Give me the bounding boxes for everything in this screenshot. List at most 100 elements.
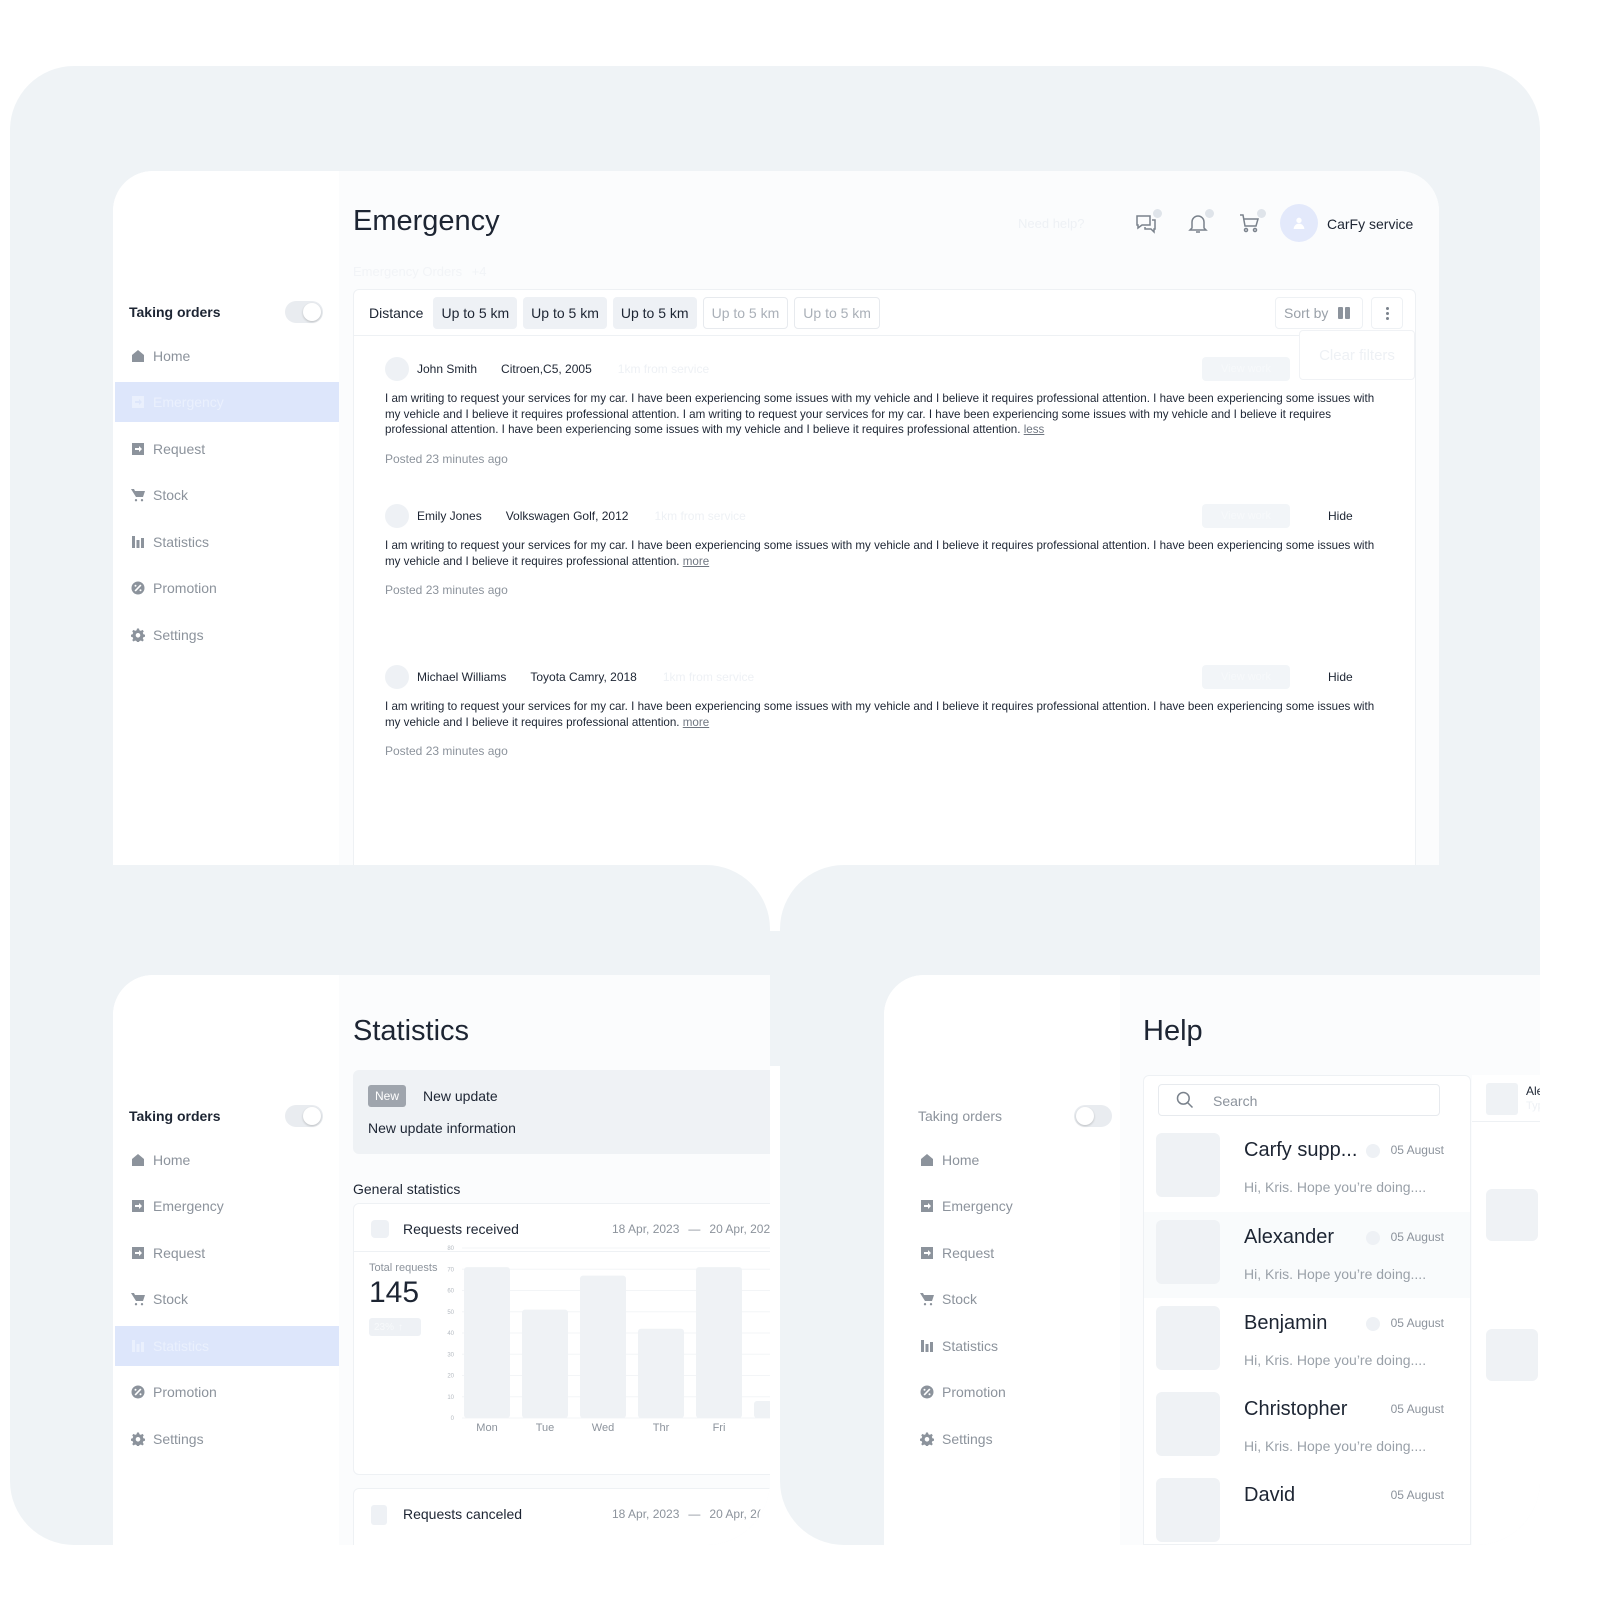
status-icon: [1366, 1317, 1380, 1331]
distance-chip[interactable]: Up to 5 km: [612, 296, 697, 329]
nav-settings[interactable]: Settings: [115, 615, 339, 655]
nav-settings[interactable]: Settings: [904, 1419, 1128, 1459]
banner-info: New update information: [368, 1120, 516, 1136]
card-title: Requests received: [403, 1221, 519, 1237]
order-item: Michael Williams Toyota Camry, 2018 1km …: [385, 664, 1384, 758]
posted-time: Posted 23 minutes ago: [385, 744, 508, 759]
card-title: Requests canceled: [403, 1506, 523, 1522]
chat-thumbnail: [1156, 1133, 1220, 1197]
bar-mon[interactable]: [464, 1267, 510, 1418]
distance-chip[interactable]: Up to 5 km: [794, 296, 880, 329]
nav-label: Statistics: [153, 1338, 210, 1354]
nav-label: Emergency: [153, 394, 224, 410]
view-work-button[interactable]: View work: [1202, 504, 1290, 528]
nav-emergency[interactable]: Emergency: [115, 1186, 339, 1226]
nav-home[interactable]: Home: [115, 1140, 339, 1180]
chat-date: 05 August: [1390, 1230, 1444, 1244]
view-work-button[interactable]: View work: [1202, 665, 1290, 689]
conversation-pane: Ale Typ: [1472, 1075, 1540, 1545]
distance-chip[interactable]: Up to 5 km: [702, 296, 789, 329]
nav-statistics[interactable]: Statistics: [115, 1326, 339, 1366]
chat-thumbnail: [1156, 1306, 1220, 1370]
percent-icon: [131, 581, 145, 595]
nav-label: Emergency: [153, 1198, 224, 1214]
orders-card: Distance Up to 5 km Up to 5 km Up to 5 k…: [353, 289, 1416, 931]
more-options-button[interactable]: [1371, 297, 1403, 329]
filter-bar: Distance Up to 5 km Up to 5 km Up to 5 k…: [354, 290, 1415, 336]
taking-orders-toggle[interactable]: [1074, 1105, 1112, 1127]
nav-stock[interactable]: Stock: [115, 475, 339, 515]
y-tick-label: 80: [447, 1246, 454, 1252]
taking-orders-toggle[interactable]: [285, 301, 323, 323]
update-banner[interactable]: New New update New update information: [353, 1070, 770, 1154]
order-text: I am writing to request your services fo…: [385, 392, 1375, 437]
nav-statistics[interactable]: Statistics: [904, 1326, 1128, 1366]
nav-emergency[interactable]: Emergency: [115, 382, 339, 422]
change-value: 23%: [374, 1321, 395, 1333]
sort-by-button[interactable]: Sort by: [1275, 297, 1363, 329]
bar-fri[interactable]: [696, 1267, 742, 1418]
avatar[interactable]: [1280, 204, 1318, 242]
bar-s[interactable]: [754, 1401, 770, 1418]
sort-by-label: Sort by: [1284, 305, 1329, 321]
nav-promotion[interactable]: Promotion: [115, 1372, 339, 1412]
nav-label: Emergency: [942, 1198, 1013, 1214]
bar-chart-icon: [131, 1339, 145, 1353]
nav-settings[interactable]: Settings: [115, 1419, 339, 1459]
nav-stock[interactable]: Stock: [904, 1279, 1128, 1319]
more-link[interactable]: more: [683, 555, 709, 568]
chat-item[interactable]: Benjamin 05 August Hi, Kris. Hope you’re…: [1144, 1298, 1470, 1384]
bar-wed[interactable]: [580, 1275, 626, 1418]
taking-orders-toggle[interactable]: [285, 1105, 323, 1127]
nav-emergency[interactable]: Emergency: [904, 1186, 1128, 1226]
nav-request[interactable]: Request: [904, 1233, 1128, 1273]
y-tick-label: 20: [447, 1374, 454, 1380]
chat-date: 05 August: [1390, 1488, 1444, 1502]
chat-item[interactable]: David 05 August: [1144, 1470, 1470, 1545]
distance-chip[interactable]: Up to 5 km: [433, 296, 518, 329]
nav-home[interactable]: Home: [904, 1140, 1128, 1180]
y-tick-label: 0: [451, 1416, 455, 1422]
nav-stock[interactable]: Stock: [115, 1279, 339, 1319]
taking-orders-label: Taking orders: [129, 304, 221, 320]
requests-canceled-card: Requests canceled 18 Apr, 2023 — 20 Apr, 2…: [353, 1488, 770, 1545]
distance-chip[interactable]: Up to 5 km: [523, 296, 607, 329]
contact-avatar: [1486, 1083, 1518, 1115]
help-main: Help Search Carfy supp... 05 August Hi, …: [1120, 975, 1540, 1545]
chat-item-selected[interactable]: Alexander 05 August Hi, Kris. Hope you’r…: [1144, 1212, 1470, 1298]
view-work-button[interactable]: View work: [1202, 357, 1290, 381]
less-link[interactable]: less: [1024, 423, 1045, 436]
nav-label: Request: [153, 1245, 206, 1261]
chat-item[interactable]: Carfy supp... 05 August Hi, Kris. Hope y…: [1144, 1125, 1470, 1211]
gear-icon: [920, 1432, 934, 1446]
chat-thumbnail: [1156, 1478, 1220, 1542]
date-range[interactable]: 18 Apr, 2023 — 20 Apr, 2(: [612, 1507, 761, 1521]
nav-label: Request: [942, 1245, 995, 1261]
more-link[interactable]: more: [683, 716, 709, 729]
hide-button[interactable]: Hide: [1328, 509, 1353, 523]
bar-thr[interactable]: [638, 1328, 684, 1418]
nav-request[interactable]: Request: [115, 429, 339, 469]
nav-request[interactable]: Request: [115, 1233, 339, 1273]
user-name[interactable]: CarFy service: [1327, 216, 1413, 232]
date-range[interactable]: 18 Apr, 2023 — 20 Apr, 202: [612, 1222, 770, 1236]
nav-statistics[interactable]: Statistics: [115, 522, 339, 562]
chat-name: Carfy supp...: [1244, 1139, 1358, 1161]
document-icon: [371, 1505, 387, 1525]
search-icon: [1176, 1091, 1194, 1109]
nav-home[interactable]: Home: [115, 336, 339, 376]
nav-label: Settings: [153, 627, 204, 643]
emergency-orders-subtitle: Emergency Orders +4: [353, 264, 487, 279]
bar-tue[interactable]: [522, 1309, 568, 1418]
search-input[interactable]: Search: [1158, 1084, 1440, 1116]
date-to: 20 Apr, 202: [709, 1222, 770, 1236]
y-tick-label: 70: [447, 1267, 454, 1273]
hide-button[interactable]: Hide: [1328, 670, 1353, 684]
nav-promotion[interactable]: Promotion: [904, 1372, 1128, 1412]
chat-item[interactable]: Christopher 05 August Hi, Kris. Hope you…: [1144, 1384, 1470, 1470]
emergency-screen: Taking orders Home Emergency Request Sto…: [113, 171, 1439, 931]
date-from: 18 Apr, 2023: [612, 1222, 680, 1236]
need-help-link[interactable]: Need help?: [1018, 216, 1085, 231]
nav-promotion[interactable]: Promotion: [115, 568, 339, 608]
change-badge: 23% ↑: [369, 1318, 421, 1336]
